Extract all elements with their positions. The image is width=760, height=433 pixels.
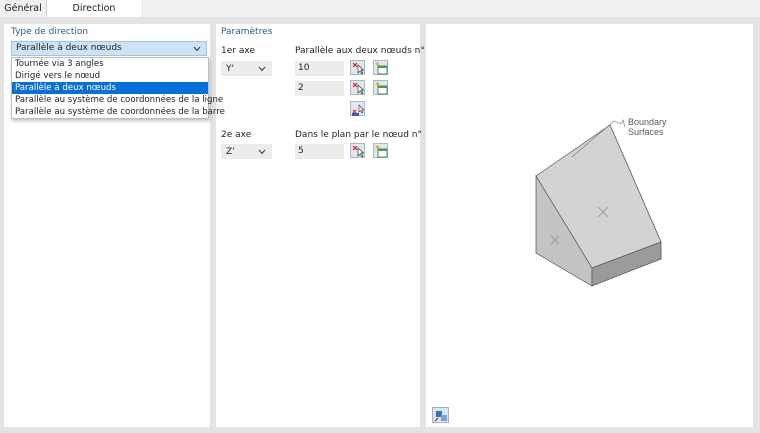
- pick-node-button[interactable]: [350, 60, 365, 75]
- preview-graphic: Boundary Surfaces: [535, 117, 667, 287]
- dropdown-option[interactable]: Tournée via 3 angles: [12, 58, 208, 70]
- pick-node-icon: [352, 82, 365, 95]
- parameters-title: Paramètres: [221, 27, 273, 37]
- pick-node-button[interactable]: [350, 143, 365, 158]
- dropdown-option[interactable]: Parallèle au système de coordonnées de l…: [12, 106, 225, 118]
- select-node-list-button[interactable]: [373, 143, 388, 158]
- axis2-plane-label: Dans le plan par le nœud n°: [295, 130, 422, 140]
- axis1-node2-input[interactable]: 2: [295, 81, 344, 96]
- axis2-label: 2e axe: [221, 130, 252, 140]
- pick-two-nodes-icon: [352, 104, 365, 116]
- axis2-node-input[interactable]: 5: [295, 144, 344, 159]
- axis2-select[interactable]: Z': [221, 144, 272, 159]
- node-list-icon: [375, 82, 388, 95]
- leader-line: [613, 119, 626, 128]
- dropdown-option[interactable]: Dirigé vers le nœud: [12, 70, 208, 82]
- pick-node-icon: [352, 145, 365, 158]
- chevron-down-icon: [258, 66, 266, 72]
- tab-specific-direction[interactable]: Direction spécifique: [47, 0, 141, 31]
- node-list-icon: [375, 145, 388, 158]
- tab-bar: Général Direction spécifique: [0, 0, 760, 31]
- direction-type-title: Type de direction: [11, 27, 89, 37]
- boundary-label: Boundary: [628, 117, 667, 127]
- axis1-select[interactable]: Y': [221, 61, 272, 76]
- direction-type-dropdown: Tournée via 3 angles Dirigé vers le nœud…: [11, 57, 225, 119]
- node-list-icon: [375, 62, 388, 75]
- dropdown-option-selected[interactable]: Parallèle à deux nœuds: [12, 82, 208, 94]
- chevron-down-icon: [258, 149, 266, 155]
- surfaces-label: Surfaces: [628, 127, 664, 137]
- axis1-nodes-label: Parallèle aux deux nœuds n°: [295, 46, 425, 56]
- preview-options-button[interactable]: [432, 407, 449, 423]
- pick-node-button[interactable]: [350, 80, 365, 95]
- direction-type-select[interactable]: Parallèle à deux nœuds: [11, 41, 207, 56]
- axis1-value: Y': [226, 64, 234, 74]
- axis1-label: 1er axe: [221, 46, 255, 56]
- dropdown-option[interactable]: Parallèle au système de coordonnées de l…: [12, 94, 223, 106]
- tab-general[interactable]: Général: [0, 0, 47, 17]
- select-node-list-button[interactable]: [373, 60, 388, 75]
- pick-two-nodes-button[interactable]: [350, 101, 365, 116]
- select-node-list-button[interactable]: [373, 80, 388, 95]
- pick-node-icon: [352, 62, 365, 75]
- axis1-node1-input[interactable]: 10: [295, 61, 344, 76]
- view-options-icon: [434, 411, 447, 422]
- axis2-value: Z': [226, 147, 235, 157]
- direction-type-value: Parallèle à deux nœuds: [16, 43, 122, 53]
- chevron-down-icon: [193, 46, 201, 52]
